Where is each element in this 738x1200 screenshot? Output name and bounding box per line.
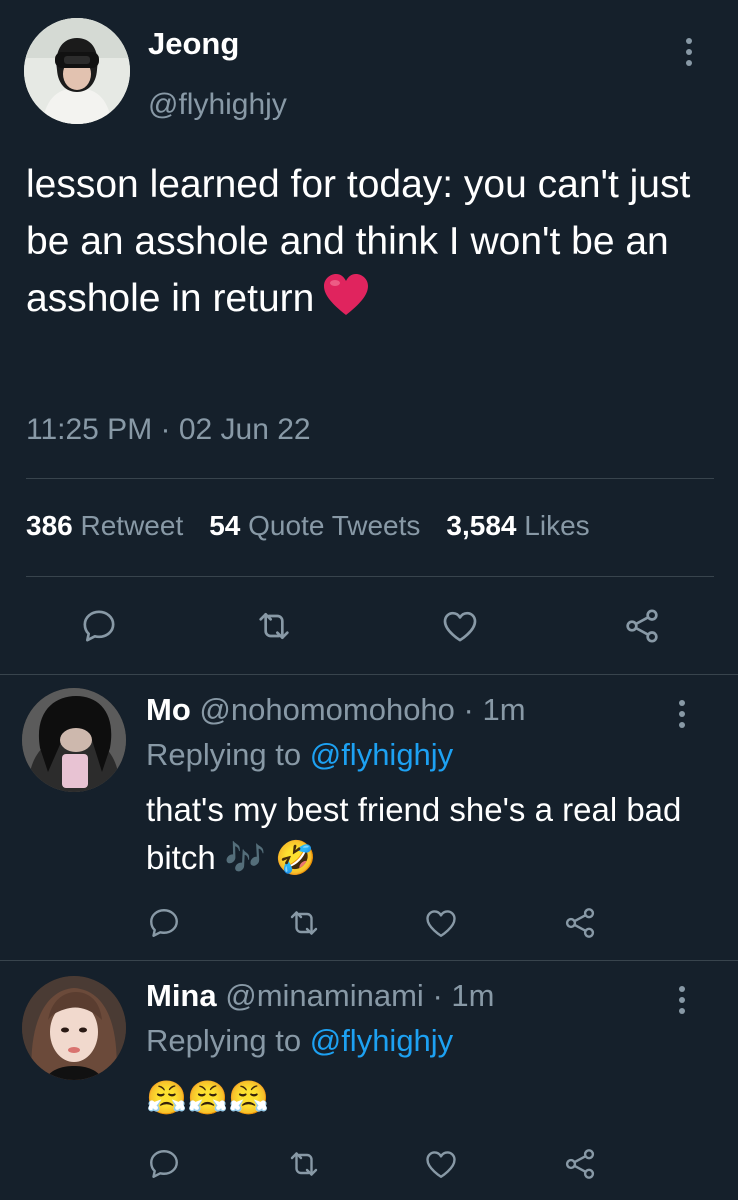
tweet-body: lesson learned for today: you can't just…	[26, 156, 716, 333]
retweets-label[interactable]: Retweet	[81, 510, 184, 541]
reply-handle[interactable]: @minaminami	[225, 978, 424, 1013]
reply-icon[interactable]	[146, 905, 182, 941]
reply-text: 😤😤😤	[146, 1079, 270, 1116]
retweets-count[interactable]: 386	[26, 510, 73, 541]
reply-handle[interactable]: @nohomomohoho	[199, 692, 455, 727]
replying-handle-link[interactable]: @flyhighjy	[310, 1023, 453, 1058]
reply-icon[interactable]	[146, 1146, 182, 1182]
retweet-icon[interactable]	[254, 606, 294, 646]
author-name[interactable]: Jeong	[148, 26, 239, 62]
quotes-count[interactable]: 54	[209, 510, 240, 541]
retweet-icon[interactable]	[286, 905, 322, 941]
reply-dot: ·	[463, 692, 474, 727]
reply-time[interactable]: 1m	[451, 978, 494, 1013]
tweet-stats: 386 Retweet 54 Quote Tweets 3,584 Likes	[26, 510, 590, 542]
quotes-label[interactable]: Quote Tweets	[248, 510, 420, 541]
reply-text: that's my best friend she's a real bad b…	[146, 791, 682, 876]
author-avatar[interactable]	[24, 18, 130, 124]
share-icon[interactable]	[562, 905, 598, 941]
divider	[26, 576, 714, 577]
share-icon[interactable]	[622, 606, 662, 646]
reply-avatar[interactable]	[22, 688, 126, 792]
reply-header: Mo @nohomomohoho · 1m	[146, 692, 526, 728]
reply-avatar[interactable]	[22, 976, 126, 1080]
divider	[0, 674, 738, 675]
share-icon[interactable]	[562, 1146, 598, 1182]
more-options-icon[interactable]	[679, 700, 687, 733]
reply-name[interactable]: Mina	[146, 978, 217, 1013]
reply-time[interactable]: 1m	[483, 692, 526, 727]
like-icon[interactable]	[423, 905, 459, 941]
divider	[0, 960, 738, 961]
more-options-icon[interactable]	[679, 986, 687, 1019]
likes-label[interactable]: Likes	[524, 510, 589, 541]
divider	[26, 478, 714, 479]
replying-handle-link[interactable]: @flyhighjy	[310, 737, 453, 772]
replying-prefix: Replying to	[146, 1023, 302, 1058]
replying-to: Replying to @flyhighjy	[146, 1023, 453, 1059]
like-icon[interactable]	[423, 1146, 459, 1182]
red-heart-emoji-icon	[322, 273, 370, 333]
replying-to: Replying to @flyhighjy	[146, 737, 453, 773]
replying-prefix: Replying to	[146, 737, 302, 772]
retweet-icon[interactable]	[286, 1146, 322, 1182]
author-handle[interactable]: @flyhighjy	[148, 88, 287, 122]
reply-dot: ·	[432, 978, 443, 1013]
reply-icon[interactable]	[79, 606, 119, 646]
likes-count[interactable]: 3,584	[446, 510, 516, 541]
reply-name[interactable]: Mo	[146, 692, 191, 727]
tweet-timestamp[interactable]: 11:25 PM · 02 Jun 22	[26, 413, 311, 447]
like-icon[interactable]	[440, 606, 480, 646]
reply-header: Mina @minaminami · 1m	[146, 978, 494, 1014]
more-options-icon[interactable]	[686, 38, 694, 71]
